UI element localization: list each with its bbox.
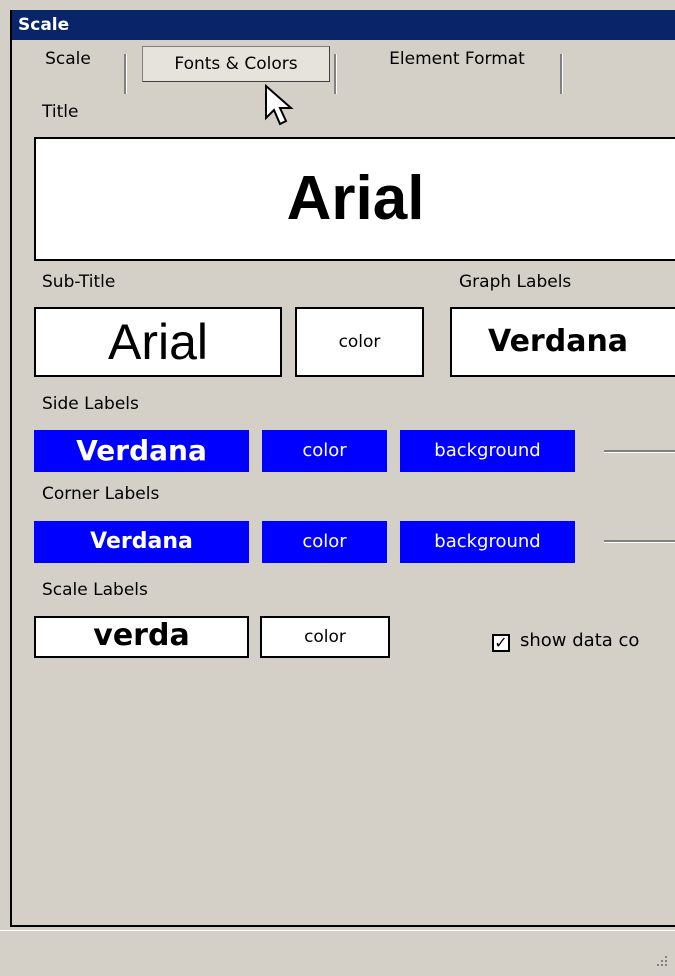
side-labels-line-sample [604,450,675,453]
tab-bar: Scale Fonts & Colors Element Format [12,40,675,94]
mouse-pointer-icon [265,84,294,126]
corner-labels-line-sample [604,540,675,543]
scale-dialog: Scale Scale Fonts & Colors Element Forma… [10,10,675,927]
side-labels-font-preview[interactable]: Verdana [34,430,249,472]
tab-separator [334,54,337,94]
resize-grip-icon[interactable] [653,954,669,970]
corner-labels-label: Corner Labels [42,484,160,504]
graph-labels-font-preview[interactable]: Verdana [450,307,675,377]
title-label: Title [42,102,79,122]
status-bar [0,930,675,976]
tab-fonts-colors-label: Fonts & Colors [142,46,330,82]
scale-labels-color-button[interactable]: color [260,616,390,658]
tab-separator [124,54,127,94]
show-data-checkbox-label: show data co [520,630,640,651]
graph-labels-label: Graph Labels [459,272,572,292]
subtitle-label: Sub-Title [42,272,116,292]
corner-labels-background-button[interactable]: background [400,521,575,563]
side-labels-label: Side Labels [42,394,139,414]
corner-labels-font-preview[interactable]: Verdana [34,521,249,563]
side-labels-color-button[interactable]: color [262,430,387,472]
tab-scale[interactable]: Scale [12,40,122,92]
tab-element-format[interactable]: Element Format [344,40,570,92]
window-title: Scale [12,10,675,40]
side-labels-background-button[interactable]: background [400,430,575,472]
corner-labels-color-button[interactable]: color [262,521,387,563]
scale-labels-font-preview[interactable]: verda [34,616,249,658]
subtitle-color-button[interactable]: color [295,307,424,377]
subtitle-font-preview[interactable]: Arial [34,307,282,377]
tab-fonts-colors[interactable]: Fonts & Colors [130,40,342,92]
show-data-checkbox[interactable]: ✓ show data co [492,628,675,658]
title-font-preview[interactable]: Arial [34,137,675,261]
scale-labels-label: Scale Labels [42,580,148,600]
tab-separator [560,54,563,94]
checkbox-checked-icon[interactable]: ✓ [492,634,510,652]
